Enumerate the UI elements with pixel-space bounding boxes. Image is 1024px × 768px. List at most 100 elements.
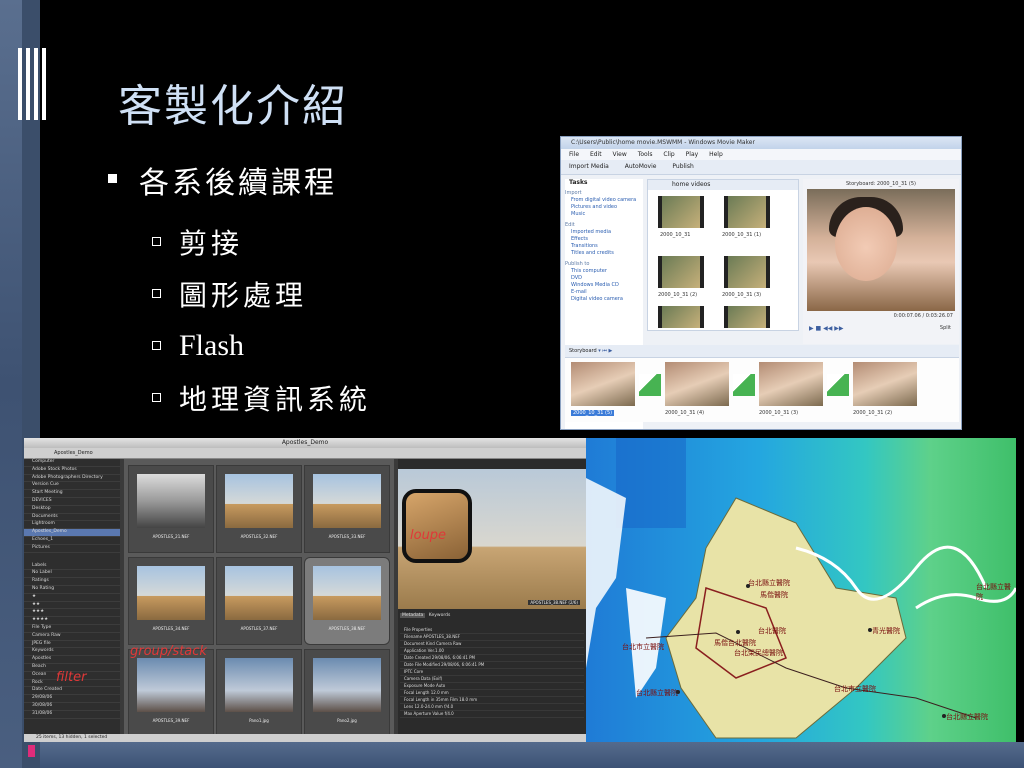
lr-thumb-image <box>225 658 293 712</box>
lr-folder-row: Adobe Stock Photos <box>24 467 120 475</box>
lr-folder-row: Echoes_1 <box>24 537 120 545</box>
lr-thumb-image <box>313 566 381 620</box>
lr-filter-row: File Type <box>24 625 120 633</box>
mm-import-media-button: Import Media <box>569 163 609 170</box>
lr-preview-caption: APOSTLES_38.NEF (2/6) <box>528 600 580 605</box>
hollow-square-bullet-icon <box>152 288 161 298</box>
mm-task-link: E-mail <box>571 289 587 295</box>
lr-folder-row: Desktop <box>24 506 120 514</box>
annotation-loupe: loupe <box>410 528 447 543</box>
lr-status-bar: 25 items, 13 hidden, 1 selected <box>24 734 586 742</box>
lr-meta-row: Filename APOSTLES_38.NEF <box>400 634 584 641</box>
lr-thumb-caption: APOSTLES_33.NEF <box>328 534 366 539</box>
lr-left-panel: Computer Adobe Stock Photos Adobe Photog… <box>24 459 120 742</box>
mm-menu-item: Play <box>685 151 699 158</box>
mm-tasks-label: Tasks <box>569 179 588 186</box>
mm-clip-thumb <box>658 256 704 288</box>
mm-menu-item: Help <box>709 151 723 158</box>
lr-window-title: Apostles_Demo <box>24 438 586 448</box>
lr-thumb-cell: APOSTLES_34.NEF <box>128 557 214 645</box>
bullet-list: 各系後續課程 剪接 圖形處理 Flash 地理資訊系統 <box>108 158 371 424</box>
lr-filter-row: Camera Raw <box>24 633 120 641</box>
lr-filter-row: ★ <box>24 594 120 602</box>
lr-meta-row: Exposure Mode Auto <box>400 683 584 690</box>
lightroom-screenshot: Apostles_Demo Apostles_Demo Computer Ado… <box>24 438 586 742</box>
mm-transition-icon <box>733 374 755 396</box>
lr-tab-metadata: Metadata <box>400 613 426 618</box>
map-label: 台北縣立醫院 <box>748 579 790 587</box>
mm-strip-caption: 2000_10_31 (5) <box>571 410 615 416</box>
lr-thumb-cell-selected: APOSTLES_38.NEF <box>304 557 390 645</box>
annotation-filter: filter <box>56 670 87 685</box>
sub-item-text: Flash <box>179 329 245 362</box>
sub-item-text: 剪接 <box>179 227 244 260</box>
lr-meta-row: Focal Length in 35mm Film 18.0 mm <box>400 697 584 704</box>
mm-clip-thumb <box>658 196 704 228</box>
lr-meta-row: Focal Length 12.0 mm <box>400 690 584 697</box>
mm-clip-caption: 2000_10_31 (1) <box>722 232 762 238</box>
mm-collection-pane: home videos 2000_10_31 2000_10_31 (1) 20… <box>647 179 799 331</box>
lr-meta-row: Camera Data (Exif) <box>400 676 584 683</box>
mm-toolbar: Import Media AutoMovie Publish <box>561 160 961 175</box>
loupe-circle <box>402 489 472 563</box>
mm-task-section: Publish to <box>565 261 590 267</box>
lr-thumb-cell: APOSTLES_33.NEF <box>304 465 390 553</box>
mm-menu-item: View <box>612 151 627 158</box>
mm-task-section: Edit <box>565 222 575 228</box>
map-point <box>868 628 872 632</box>
sub-item-text: 地理資訊系統 <box>179 383 372 416</box>
map-label: 馬偕台北醫院 <box>714 639 756 647</box>
bullet-main-text: 各系後續課程 <box>139 166 337 201</box>
lr-thumb-caption: Pano1.jpg <box>249 718 269 723</box>
lr-folder-row: Pictures <box>24 545 120 553</box>
mm-clip-thumb <box>658 306 704 328</box>
mm-strip-caption: 2000_10_31 (3) <box>759 410 799 416</box>
gis-map-screenshot: 台北縣立醫院 馬偕醫院 台北醫院 馬偕台北醫院 台北榮民總醫院 台北市立醫院 台… <box>586 438 1016 742</box>
lr-panel-tabs: Metadata Keywords <box>400 613 452 618</box>
mm-storyboard-label: Storyboard <box>569 348 597 354</box>
lr-folder-row: DEVICES <box>24 498 120 506</box>
slide-title: 客製化介紹 <box>118 81 348 132</box>
lr-thumb-image <box>225 474 293 528</box>
movie-maker-screenshot: C:\Users\Public\home movie.MSWMM - Windo… <box>560 136 962 430</box>
mm-strip-caption: 2000_10_31 (4) <box>665 410 705 416</box>
mm-strip-frame <box>759 362 823 406</box>
mm-playback-controls: ▶ ■ ◀◀ ▶▶ <box>809 325 844 332</box>
map-point <box>676 690 680 694</box>
mm-strip-frame <box>571 362 635 406</box>
mm-clip-caption: 2000_10_31 (2) <box>658 292 698 298</box>
lr-thumbnail-grid: APOSTLES_21.NEF APOSTLES_32.NEF APOSTLES… <box>124 459 394 742</box>
lr-meta-row: IPTC Core <box>400 669 584 676</box>
sub-bullet-list: 剪接 圖形處理 Flash 地理資訊系統 <box>152 216 371 424</box>
mm-storyboard-title: Storyboard: 2000_10_31 (5) <box>845 181 917 187</box>
lr-thumb-caption: APOSTLES_34.NEF <box>152 626 190 631</box>
mm-window-title: C:\Users\Public\home movie.MSWMM - Windo… <box>561 137 961 149</box>
hollow-square-bullet-icon <box>152 392 161 402</box>
mm-clip-caption: 2000_10_31 (3) <box>722 292 762 298</box>
map-label: 台北縣立醫院 <box>636 689 678 697</box>
map-label: 青光醫院 <box>872 627 900 635</box>
lr-meta-row: File Properties <box>400 627 584 634</box>
sub-item: 圖形處理 <box>152 268 371 320</box>
pink-marker <box>28 745 35 757</box>
lr-filter-row: Apostles <box>24 656 120 664</box>
mm-task-link: Pictures and video <box>571 204 618 210</box>
map-label: 台北市立醫院 <box>622 643 664 651</box>
vertical-bars-icon <box>18 48 46 120</box>
mm-storyboard-controls: ▾ ⏮ ▶ <box>598 348 613 354</box>
lr-filter-row: 29/08/06 <box>24 695 120 703</box>
mm-preview-monitor: Storyboard: 2000_10_31 (5) 0:00:07.06 / … <box>803 179 959 344</box>
lr-thumb-cell: Pano1.jpg <box>216 649 302 737</box>
map-point <box>736 630 740 634</box>
lr-meta-row: Date File Modified 29/08/06, 6:06:41 PM <box>400 662 584 669</box>
mm-clip-thumb <box>724 306 770 328</box>
lr-folder-row-selected: Apostles_Demo <box>24 529 120 537</box>
mm-menu-item: File <box>569 151 580 158</box>
map-label: 台北市立醫院 <box>834 685 876 693</box>
lr-tab-keywords: Keywords <box>428 613 451 618</box>
bottom-decorative-bar <box>40 742 1024 768</box>
lr-thumb-caption: APOSTLES_21.NEF <box>152 534 190 539</box>
sub-item: 剪接 <box>152 216 371 268</box>
mm-automovie-button: AutoMovie <box>624 163 657 170</box>
map-point <box>942 714 946 718</box>
